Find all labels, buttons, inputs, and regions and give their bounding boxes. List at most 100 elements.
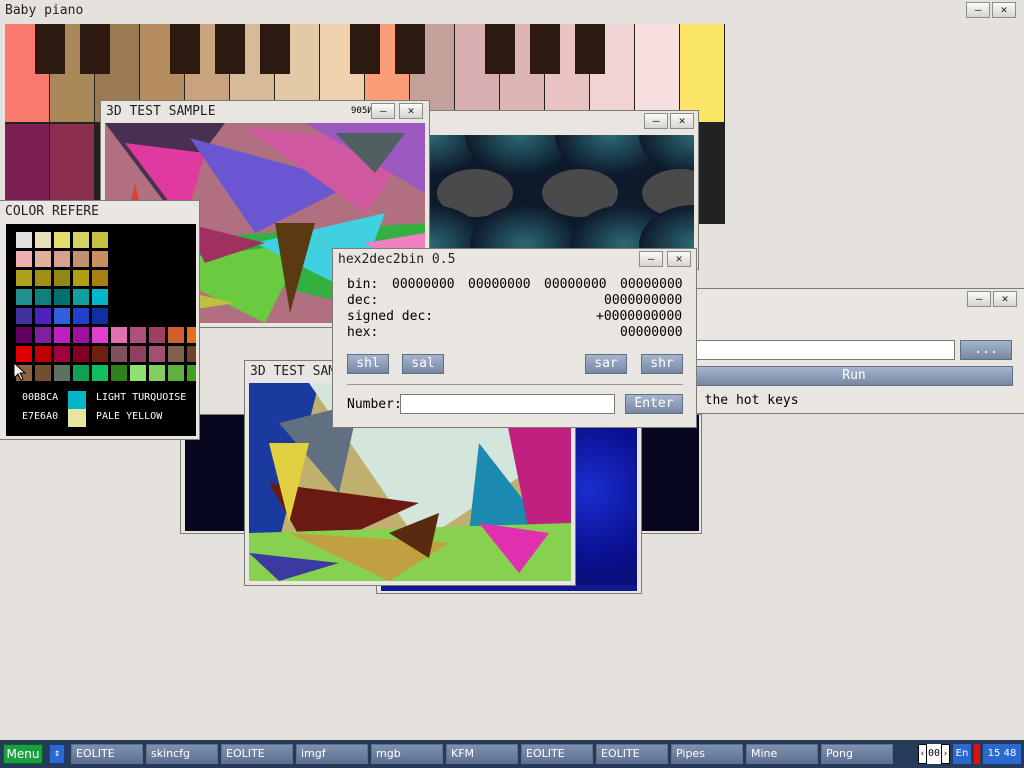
color-swatch[interactable]	[73, 365, 89, 381]
color-swatch[interactable]	[92, 308, 108, 324]
piano-key[interactable]	[680, 24, 724, 122]
run-button[interactable]: Run	[695, 366, 1013, 386]
color-swatch[interactable]	[73, 232, 89, 248]
color-swatch[interactable]	[73, 308, 89, 324]
color-swatch[interactable]	[111, 327, 127, 343]
color-swatch[interactable]	[54, 308, 70, 324]
color-swatch[interactable]	[16, 232, 32, 248]
taskbar-item[interactable]: EOLITE	[221, 744, 293, 764]
color-swatch[interactable]	[16, 327, 32, 343]
sal-button[interactable]: sal	[402, 354, 444, 374]
path-input[interactable]	[695, 340, 955, 360]
color-swatch[interactable]	[35, 308, 51, 324]
minimize-button[interactable]: –	[966, 2, 990, 18]
color-swatch[interactable]	[16, 346, 32, 362]
menu-button[interactable]: Menu	[3, 744, 43, 764]
color-swatch[interactable]	[187, 327, 196, 343]
color-swatch[interactable]	[149, 327, 165, 343]
run-titlebar[interactable]: – ✕	[691, 289, 1024, 311]
color-swatch[interactable]	[111, 365, 127, 381]
3d-test-titlebar[interactable]: 3D TEST SAMPLE 905И – ✕	[101, 101, 429, 123]
piano-black-key[interactable]	[215, 24, 245, 74]
color-swatch[interactable]	[168, 346, 184, 362]
color-swatch[interactable]	[111, 346, 127, 362]
piano-black-key[interactable]	[260, 24, 290, 74]
taskbar-item[interactable]: imgf	[296, 744, 368, 764]
shr-button[interactable]: shr	[641, 354, 683, 374]
taskbar-item[interactable]: Mine	[746, 744, 818, 764]
color-swatch[interactable]	[35, 232, 51, 248]
hex2dec2bin-titlebar[interactable]: hex2dec2bin 0.5 – ✕	[333, 249, 696, 271]
minimize-button[interactable]: –	[967, 291, 991, 307]
piano-black-key[interactable]	[35, 24, 65, 74]
close-button[interactable]: ✕	[993, 291, 1017, 307]
taskbar-item[interactable]: KFM	[446, 744, 518, 764]
close-button[interactable]: ✕	[670, 113, 694, 129]
piano-black-key[interactable]	[80, 24, 110, 74]
minimize-button[interactable]: –	[371, 103, 395, 119]
color-swatch[interactable]	[54, 346, 70, 362]
color-swatch[interactable]	[92, 289, 108, 305]
color-swatch[interactable]	[16, 270, 32, 286]
color-swatch[interactable]	[54, 365, 70, 381]
color-swatch[interactable]	[73, 346, 89, 362]
color-swatch[interactable]	[149, 346, 165, 362]
color-swatch[interactable]	[92, 251, 108, 267]
language-indicator[interactable]: En	[953, 744, 971, 764]
layout-left-arrow-icon[interactable]: ‹	[918, 744, 927, 764]
color-swatch[interactable]	[92, 346, 108, 362]
close-button[interactable]: ✕	[992, 2, 1016, 18]
browse-button[interactable]: ...	[960, 340, 1012, 360]
color-swatch[interactable]	[54, 232, 70, 248]
color-swatch[interactable]	[130, 346, 146, 362]
color-swatch[interactable]	[92, 327, 108, 343]
color-swatch[interactable]	[35, 346, 51, 362]
pattern-titlebar[interactable]: – ✕	[426, 111, 698, 133]
piano-black-key[interactable]	[575, 24, 605, 74]
taskbar-item[interactable]: EOLITE	[596, 744, 668, 764]
color-swatch[interactable]	[54, 270, 70, 286]
color-ref-titlebar[interactable]: COLOR REFERE	[0, 201, 199, 223]
taskbar-item[interactable]: Pong	[821, 744, 893, 764]
color-swatch[interactable]	[35, 251, 51, 267]
color-swatch[interactable]	[54, 289, 70, 305]
color-swatch[interactable]	[168, 327, 184, 343]
color-swatch[interactable]	[35, 289, 51, 305]
taskbar-item[interactable]: mgb	[371, 744, 443, 764]
color-swatch[interactable]	[73, 327, 89, 343]
color-swatch[interactable]	[35, 327, 51, 343]
color-swatch[interactable]	[54, 327, 70, 343]
close-button[interactable]: ✕	[399, 103, 423, 119]
layout-right-arrow-icon[interactable]: ›	[941, 744, 950, 764]
color-swatch[interactable]	[16, 289, 32, 305]
enter-button[interactable]: Enter	[625, 394, 683, 414]
color-swatch[interactable]	[35, 365, 51, 381]
color-swatch[interactable]	[130, 327, 146, 343]
color-swatch[interactable]	[187, 346, 196, 362]
piano-black-key[interactable]	[485, 24, 515, 74]
taskbar-item[interactable]: EOLITE	[521, 744, 593, 764]
color-swatch[interactable]	[130, 365, 146, 381]
color-swatch[interactable]	[16, 251, 32, 267]
taskbar-item[interactable]: EOLITE	[71, 744, 143, 764]
piano-black-key[interactable]	[530, 24, 560, 74]
sar-button[interactable]: sar	[585, 354, 627, 374]
color-swatch[interactable]	[92, 270, 108, 286]
piano-key[interactable]	[635, 24, 679, 122]
shl-button[interactable]: shl	[347, 354, 389, 374]
minimize-button[interactable]: –	[644, 113, 668, 129]
color-swatch[interactable]	[73, 289, 89, 305]
minimize-button[interactable]: –	[639, 251, 663, 267]
number-input[interactable]	[400, 394, 615, 414]
piano-black-key[interactable]	[395, 24, 425, 74]
color-swatch[interactable]	[92, 232, 108, 248]
taskbar-item[interactable]: skincfg	[146, 744, 218, 764]
color-swatch[interactable]	[54, 251, 70, 267]
updown-arrows-icon[interactable]: ↕	[49, 744, 65, 764]
close-button[interactable]: ✕	[667, 251, 691, 267]
color-swatch[interactable]	[168, 365, 184, 381]
color-swatch[interactable]	[35, 270, 51, 286]
piano-black-key[interactable]	[170, 24, 200, 74]
baby-piano-titlebar[interactable]: Baby piano – ✕	[0, 0, 1024, 22]
color-swatch[interactable]	[73, 251, 89, 267]
